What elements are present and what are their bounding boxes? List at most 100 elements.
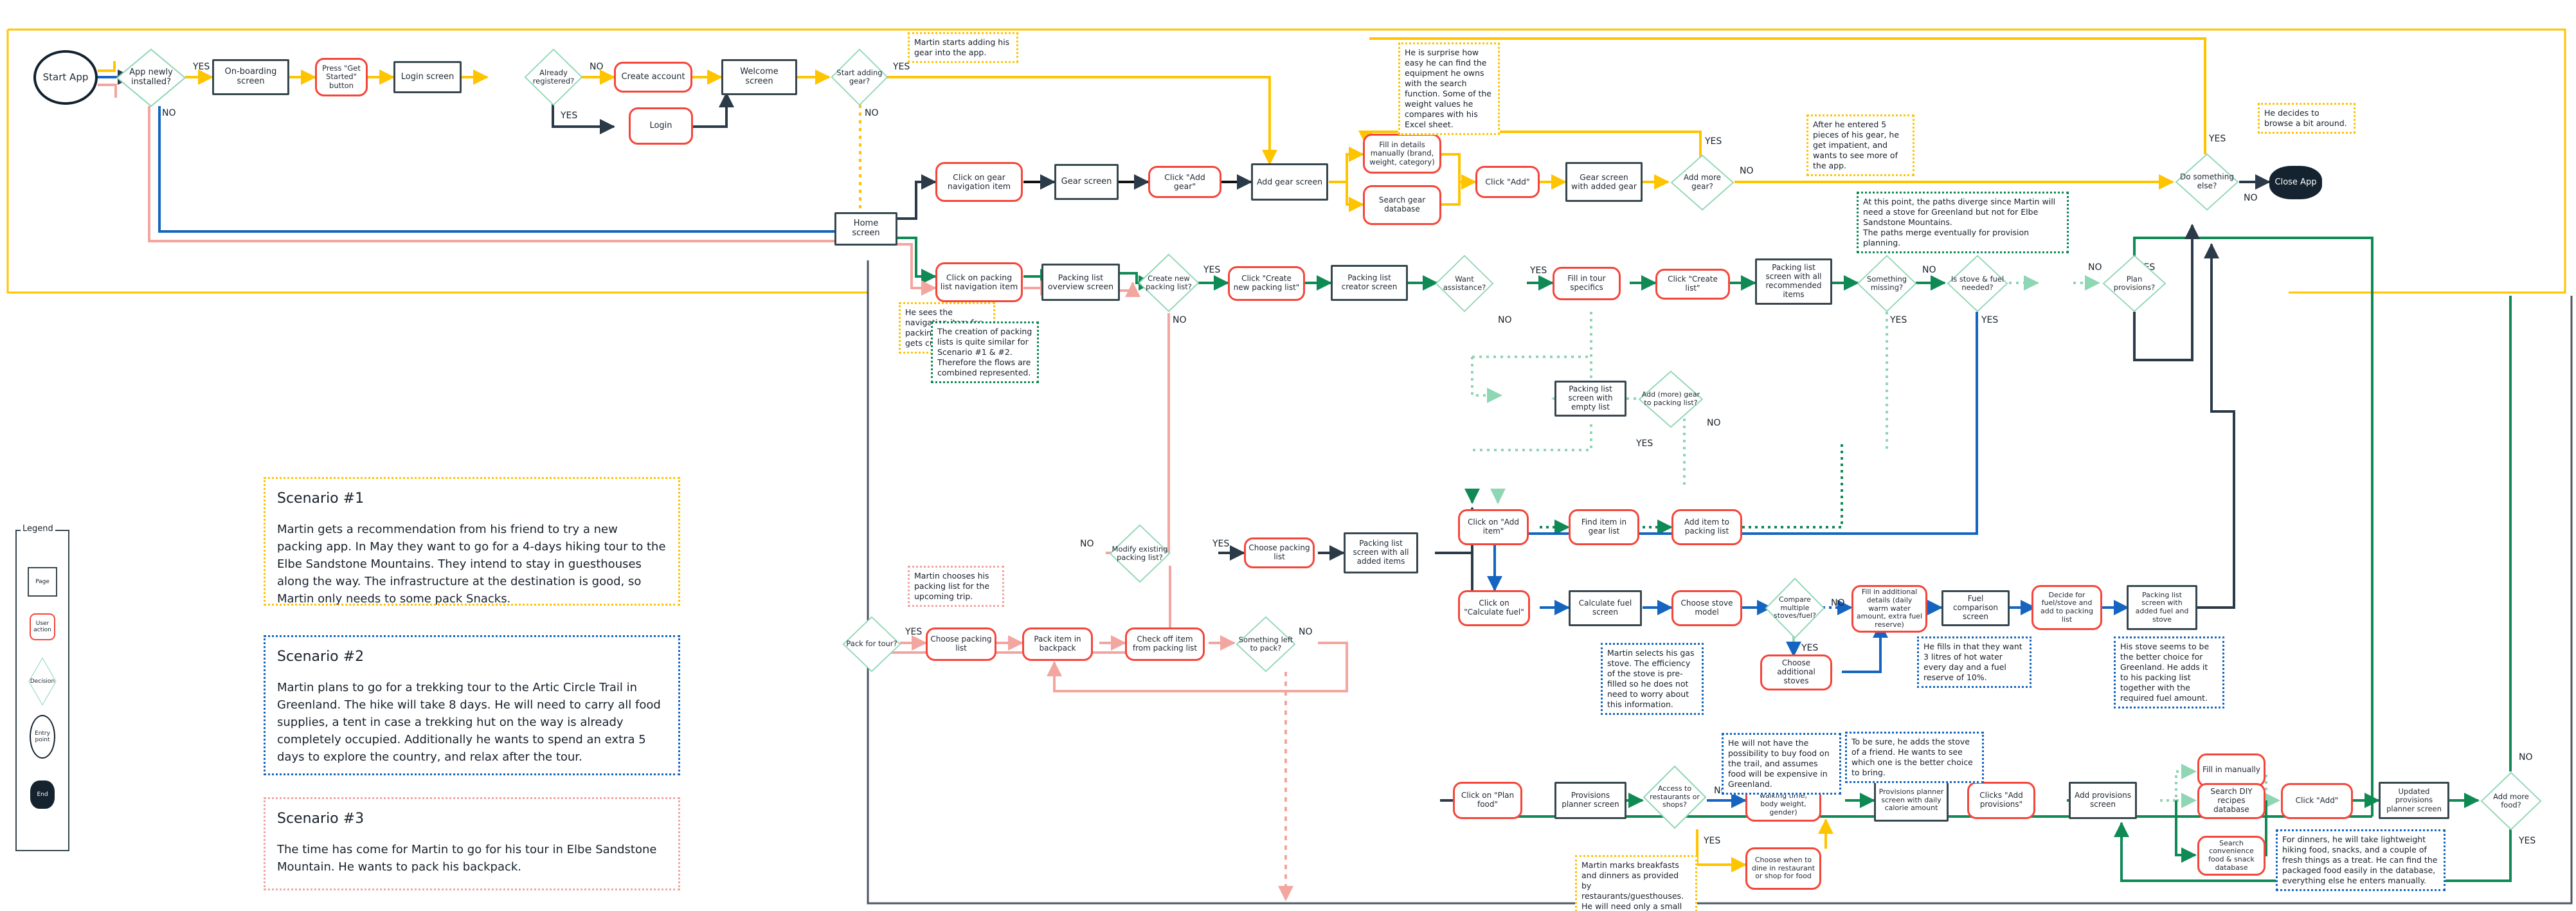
node-add-more-food[interactable]: Add more food? bbox=[2480, 771, 2542, 831]
node-label: Plan provisions? bbox=[2113, 274, 2156, 292]
node-label: App newly installed? bbox=[129, 68, 173, 87]
node-something-missing[interactable]: Something missing? bbox=[1857, 255, 1917, 312]
node-login[interactable]: Login bbox=[629, 107, 693, 145]
node-add-more-gear-to-list[interactable]: Add (more) gear to packing list? bbox=[1638, 370, 1704, 428]
node-choose-packing-list-low[interactable]: Choose packing list bbox=[926, 627, 996, 661]
node-packing-overview[interactable]: Packing list overview screen bbox=[1041, 264, 1120, 301]
node-choose-additional-stoves[interactable]: Choose additional stoves bbox=[1760, 654, 1832, 690]
node-click-packing-nav[interactable]: Click on packing list navigation item bbox=[935, 262, 1023, 302]
node-fill-in-tour-specifics[interactable]: Fill in tour specifics bbox=[1553, 267, 1621, 300]
node-home-screen[interactable]: Home screen bbox=[834, 212, 897, 246]
node-want-assistance[interactable]: Want assistance? bbox=[1435, 255, 1494, 312]
node-label: Something missing? bbox=[1866, 274, 1907, 292]
node-choose-stove-model[interactable]: Choose stove model bbox=[1671, 590, 1742, 626]
edge-label-yes: YES bbox=[1212, 539, 1230, 549]
node-something-left-to-pack[interactable]: Something left to pack? bbox=[1236, 616, 1296, 672]
node-provisions-planner-screen[interactable]: Provisions planner screen bbox=[1554, 782, 1626, 819]
node-click-add-food[interactable]: Click "Add" bbox=[2281, 783, 2353, 819]
node-click-add-item[interactable]: Click on "Add item" bbox=[1458, 509, 1529, 545]
node-choose-when-to-dine[interactable]: Choose when to dine in restaurant or sho… bbox=[1745, 847, 1821, 890]
node-packing-with-fuel[interactable]: Packing list screen with added fuel and … bbox=[2127, 585, 2197, 630]
legend-label: Page bbox=[35, 579, 50, 585]
node-label: Gear screen with added gear bbox=[1571, 172, 1637, 191]
node-packing-all-added[interactable]: Packing list screen with all added items bbox=[1344, 532, 1418, 573]
node-modify-existing-list[interactable]: Modify existing packing list? bbox=[1109, 524, 1171, 583]
node-label: Already registered? bbox=[532, 68, 575, 86]
scenario-title: Scenario #1 bbox=[277, 491, 365, 507]
node-gear-screen[interactable]: Gear screen bbox=[1054, 164, 1119, 200]
node-label: Packing list screen with all recommended… bbox=[1765, 263, 1822, 299]
node-decide-fuel-stove[interactable]: Decide for fuel/stove and add to packing… bbox=[2031, 585, 2102, 630]
edge-label-no: NO bbox=[1707, 418, 1721, 428]
note-n2: He is surprise how easy he can find the … bbox=[1398, 42, 1500, 135]
legend-item-end: End bbox=[30, 780, 55, 809]
node-packing-creator-screen[interactable]: Packing list creator screen bbox=[1331, 265, 1408, 301]
node-start-adding-gear[interactable]: Start adding gear? bbox=[831, 48, 888, 106]
node-add-gear-screen[interactable]: Add gear screen bbox=[1251, 163, 1328, 201]
node-access-to-restaurants[interactable]: Access to restaurants or shops? bbox=[1643, 765, 1707, 829]
node-label: Search DIY recipes database bbox=[2210, 787, 2253, 814]
node-app-newly-installed[interactable]: App newly installed? bbox=[116, 48, 186, 107]
node-click-gear-nav[interactable]: Click on gear navigation item bbox=[935, 162, 1023, 202]
node-search-gear-database[interactable]: Search gear database bbox=[1363, 185, 1441, 225]
node-calculate-fuel-screen[interactable]: Calculate fuel screen bbox=[1569, 590, 1642, 626]
node-add-item-to-packing-list[interactable]: Add item to packing list bbox=[1671, 509, 1742, 545]
legend-label: Entry point bbox=[35, 730, 50, 743]
node-start-app[interactable]: Start App bbox=[33, 50, 98, 105]
node-fill-in-details-manually[interactable]: Fill in details manually (brand, weight,… bbox=[1363, 134, 1441, 174]
node-add-more-gear[interactable]: Add more gear? bbox=[1670, 154, 1734, 211]
scenario-body: The time has come for Martin to go for h… bbox=[277, 843, 657, 874]
node-create-account[interactable]: Create account bbox=[614, 62, 692, 93]
node-clicks-add-provisions[interactable]: Clicks "Add provisions" bbox=[1967, 782, 2035, 819]
node-click-plan-food[interactable]: Click on "Plan food" bbox=[1453, 782, 1522, 819]
node-label: Modify existing packing list? bbox=[1112, 544, 1168, 562]
node-label: Click "Create new packing list" bbox=[1233, 274, 1300, 292]
node-fill-in-additional-details[interactable]: Fill in additional details (daily warm w… bbox=[1851, 585, 1927, 633]
node-pack-item-in-backpack[interactable]: Pack item in backpack bbox=[1022, 627, 1093, 661]
node-create-new-packing-list[interactable]: Create new packing list? bbox=[1138, 253, 1200, 312]
node-updated-provisions-screen[interactable]: Updated provisions planner screen bbox=[2379, 782, 2449, 819]
node-click-calculate-fuel[interactable]: Click on "Calculate fuel" bbox=[1458, 590, 1530, 626]
node-label: Add item to packing list bbox=[1684, 518, 1730, 536]
node-label: Click "Add" bbox=[1485, 176, 1530, 186]
note-n9: Martin selects his gas stove. The effici… bbox=[1601, 643, 1704, 715]
node-plan-provisions[interactable]: Plan provisions? bbox=[2102, 255, 2166, 312]
node-fuel-comparison-screen[interactable]: Fuel comparison screen bbox=[1941, 590, 2010, 626]
node-do-something-else[interactable]: Do something else? bbox=[2175, 153, 2239, 211]
node-is-stove-fuel-needed[interactable]: Is stove & fuel needed? bbox=[1947, 255, 2008, 312]
legend-label: End bbox=[37, 791, 48, 798]
node-login-screen[interactable]: Login screen bbox=[393, 61, 462, 93]
node-label: Add (more) gear to packing list? bbox=[1641, 390, 1700, 407]
scenario-title: Scenario #3 bbox=[277, 811, 365, 827]
node-search-diy-recipes[interactable]: Search DIY recipes database bbox=[2197, 783, 2265, 819]
note-n1: Martin starts adding his gear into the a… bbox=[908, 32, 1018, 63]
node-choose-packing-list-mid[interactable]: Choose packing list bbox=[1244, 537, 1315, 568]
node-compare-multiple-stoves[interactable]: Compare multiple stoves/fuel? bbox=[1765, 577, 1825, 639]
node-gear-screen-with-added-gear[interactable]: Gear screen with added gear bbox=[1565, 162, 1643, 202]
node-already-registered[interactable]: Already registered? bbox=[524, 48, 583, 106]
node-provisions-daily-calorie[interactable]: Provisions planner screen with daily cal… bbox=[1874, 779, 1949, 822]
edge-label-yes: YES bbox=[1704, 836, 1721, 846]
node-click-create-new-packing-list[interactable]: Click "Create new packing list" bbox=[1228, 266, 1305, 301]
node-label: Click "Add" bbox=[2295, 796, 2339, 806]
node-search-convenience-food[interactable]: Search convenience food & snack database bbox=[2197, 836, 2265, 876]
node-label: Search convenience food & snack database bbox=[2208, 838, 2255, 872]
node-fill-in-manually[interactable]: Fill in manually bbox=[2197, 753, 2265, 787]
node-label: Login screen bbox=[401, 71, 455, 82]
node-click-create-list[interactable]: Click "Create list" bbox=[1655, 269, 1730, 300]
node-press-get-started[interactable]: Press "Get Started" button bbox=[315, 58, 368, 96]
node-packing-empty[interactable]: Packing list screen with empty list bbox=[1554, 381, 1626, 417]
node-click-add-gear[interactable]: Click "Add gear" bbox=[1148, 166, 1221, 198]
node-check-off-item[interactable]: Check off item from packing list bbox=[1125, 627, 1205, 661]
node-label: Fill in details manually (brand, weight,… bbox=[1369, 140, 1435, 167]
node-add-provisions-screen[interactable]: Add provisions screen bbox=[2069, 782, 2137, 819]
node-click-add-gear-confirm[interactable]: Click "Add" bbox=[1475, 166, 1540, 198]
node-find-item-in-gear-list[interactable]: Find item in gear list bbox=[1569, 509, 1639, 545]
node-packing-recommended[interactable]: Packing list screen with all recommended… bbox=[1755, 258, 1832, 305]
node-pack-for-tour[interactable]: Pack for tour? bbox=[842, 616, 901, 672]
node-welcome-screen[interactable]: Welcome screen bbox=[721, 59, 797, 95]
node-label: Do something else? bbox=[2180, 172, 2234, 190]
node-onboarding-screen[interactable]: On-boarding screen bbox=[212, 59, 289, 95]
node-label: Fill in additional details (daily warm w… bbox=[1856, 588, 1923, 629]
node-close-app[interactable]: Close App bbox=[2269, 166, 2322, 199]
